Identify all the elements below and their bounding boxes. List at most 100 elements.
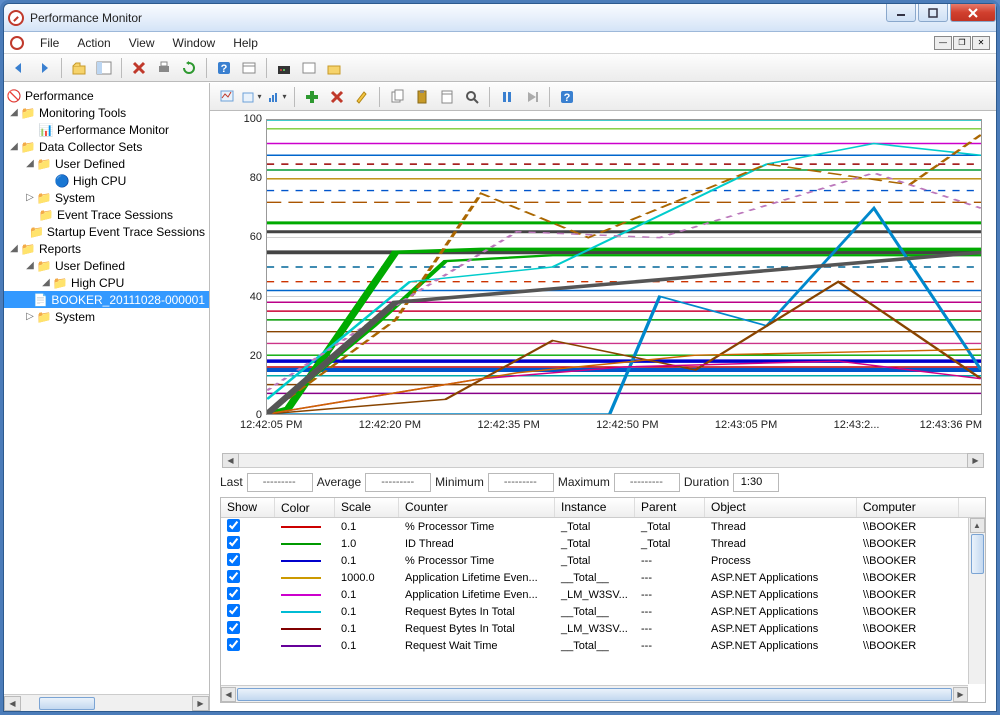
scroll-right-icon[interactable]: ▶ <box>953 687 968 702</box>
scroll-left-icon[interactable]: ◀ <box>4 696 21 711</box>
scroll-right-icon[interactable]: ▶ <box>192 696 209 711</box>
tree-node-user-defined-dcs[interactable]: ◢📁User Defined <box>4 155 209 172</box>
show-checkbox[interactable] <box>227 519 240 532</box>
tree-node-event-trace-sessions[interactable]: 📁Event Trace Sessions <box>4 206 209 223</box>
show-checkbox[interactable] <box>227 536 240 549</box>
col-color[interactable]: Color <box>275 498 335 517</box>
refresh-button[interactable] <box>178 57 200 79</box>
properties-button[interactable] <box>238 57 260 79</box>
update-data-button[interactable] <box>521 86 543 108</box>
back-button[interactable] <box>8 57 30 79</box>
tree-horizontal-scrollbar[interactable]: ◀ ▶ <box>4 694 209 711</box>
remove-counter-button[interactable] <box>326 86 348 108</box>
scroll-right-icon[interactable]: ▶ <box>967 453 984 468</box>
folder-icon: 📁 <box>36 309 52 325</box>
minimize-button[interactable] <box>886 4 916 22</box>
show-checkbox[interactable] <box>227 570 240 583</box>
grid-horizontal-scrollbar[interactable]: ◀ ▶ <box>221 685 968 702</box>
tree-node-system-dcs[interactable]: ▷📁System <box>4 189 209 206</box>
table-row[interactable]: 1000.0Application Lifetime Even...__Tota… <box>221 569 985 586</box>
tree-node-monitoring-tools[interactable]: ◢📁Monitoring Tools <box>4 104 209 121</box>
maximize-button[interactable] <box>918 4 948 22</box>
mdi-restore-button[interactable]: ❐ <box>953 36 971 50</box>
tree-node-user-defined-reports[interactable]: ◢📁User Defined <box>4 257 209 274</box>
show-checkbox[interactable] <box>227 604 240 617</box>
show-checkbox[interactable] <box>227 621 240 634</box>
scroll-up-icon[interactable]: ▲ <box>970 518 985 533</box>
menu-action[interactable]: Action <box>69 34 118 52</box>
scroll-left-icon[interactable]: ◀ <box>222 453 239 468</box>
freeze-display-button[interactable] <box>496 86 518 108</box>
menu-file[interactable]: File <box>32 34 67 52</box>
grid-vertical-scrollbar[interactable]: ▲ <box>968 518 985 684</box>
col-object[interactable]: Object <box>705 498 857 517</box>
timeline-scrollbar[interactable]: ◀ ▶ <box>210 451 996 469</box>
scroll-thumb[interactable] <box>237 688 952 701</box>
navigation-tree[interactable]: 🚫Performance ◢📁Monitoring Tools 📊Perform… <box>4 83 209 693</box>
col-counter[interactable]: Counter <box>399 498 555 517</box>
chart-plot[interactable] <box>266 119 982 415</box>
tree-node-high-cpu-dcs[interactable]: 🔵High CPU <box>4 172 209 189</box>
table-row[interactable]: 0.1Request Wait Time__Total__---ASP.NET … <box>221 637 985 654</box>
grid-header[interactable]: Show Color Scale Counter Instance Parent… <box>221 498 985 518</box>
print-button[interactable] <box>153 57 175 79</box>
scroll-thumb[interactable] <box>39 697 95 710</box>
properties-icon-button[interactable] <box>436 86 458 108</box>
up-icon[interactable] <box>68 57 90 79</box>
table-row[interactable]: 0.1% Processor Time_Total_TotalThread\\B… <box>221 518 985 535</box>
chart-help-button[interactable]: ? <box>556 86 578 108</box>
close-button[interactable] <box>950 4 996 22</box>
color-swatch <box>281 594 321 596</box>
menu-view[interactable]: View <box>121 34 163 52</box>
change-graph-type-button[interactable] <box>266 86 288 108</box>
tree-node-high-cpu-reports[interactable]: ◢📁High CPU <box>4 274 209 291</box>
show-hide-tree-button[interactable] <box>93 57 115 79</box>
app-icon <box>8 10 24 26</box>
tree-node-performance-monitor[interactable]: 📊Performance Monitor <box>4 121 209 138</box>
col-scale[interactable]: Scale <box>335 498 399 517</box>
tree-node-report-selected[interactable]: 📄BOOKER_20111028-000001 <box>4 291 209 308</box>
forward-button[interactable] <box>33 57 55 79</box>
tree-node-startup-event-trace[interactable]: 📁Startup Event Trace Sessions <box>4 223 209 240</box>
titlebar[interactable]: Performance Monitor <box>4 4 996 32</box>
table-row[interactable]: 1.0ID Thread_Total_TotalThread\\BOOKER <box>221 535 985 552</box>
col-computer[interactable]: Computer <box>857 498 959 517</box>
col-parent[interactable]: Parent <box>635 498 705 517</box>
scroll-track[interactable] <box>239 453 967 468</box>
view-log-data-button[interactable] <box>241 86 263 108</box>
table-row[interactable]: 0.1Request Bytes In Total_LM_W3SV...---A… <box>221 620 985 637</box>
scroll-left-icon[interactable]: ◀ <box>221 687 236 702</box>
table-row[interactable]: 0.1% Processor Time_Total---Process\\BOO… <box>221 552 985 569</box>
tree-node-system-reports[interactable]: ▷📁System <box>4 308 209 325</box>
paste-button[interactable] <box>411 86 433 108</box>
highlight-button[interactable] <box>351 86 373 108</box>
mdi-minimize-button[interactable]: — <box>934 36 952 50</box>
mdi-close-button[interactable]: ✕ <box>972 36 990 50</box>
copy-button[interactable] <box>386 86 408 108</box>
table-row[interactable]: 0.1Application Lifetime Even..._LM_W3SV.… <box>221 586 985 603</box>
delete-button[interactable] <box>128 57 150 79</box>
view-current-activity-button[interactable] <box>216 86 238 108</box>
table-row[interactable]: 0.1Request Bytes In Total__Total__---ASP… <box>221 603 985 620</box>
col-instance[interactable]: Instance <box>555 498 635 517</box>
tree-node-reports[interactable]: ◢📁Reports <box>4 240 209 257</box>
x-tick: 12:43:36 PM <box>920 419 982 431</box>
show-checkbox[interactable] <box>227 638 240 651</box>
open-folder-button[interactable] <box>323 57 345 79</box>
toolbar-icon-1[interactable] <box>273 57 295 79</box>
help-button[interactable]: ? <box>213 57 235 79</box>
zoom-button[interactable] <box>461 86 483 108</box>
col-show[interactable]: Show <box>221 498 275 517</box>
menu-help[interactable]: Help <box>225 34 266 52</box>
scroll-thumb[interactable] <box>971 534 984 574</box>
menu-window[interactable]: Window <box>165 34 224 52</box>
toolbar-icon-2[interactable] <box>298 57 320 79</box>
show-checkbox[interactable] <box>227 553 240 566</box>
add-counter-button[interactable] <box>301 86 323 108</box>
tree-node-data-collector-sets[interactable]: ◢📁Data Collector Sets <box>4 138 209 155</box>
cell-parent: --- <box>635 623 705 635</box>
x-tick: 12:42:05 PM <box>240 419 302 431</box>
tree-root[interactable]: 🚫Performance <box>4 87 209 104</box>
show-checkbox[interactable] <box>227 587 240 600</box>
grid-body[interactable]: 0.1% Processor Time_Total_TotalThread\\B… <box>221 518 985 684</box>
